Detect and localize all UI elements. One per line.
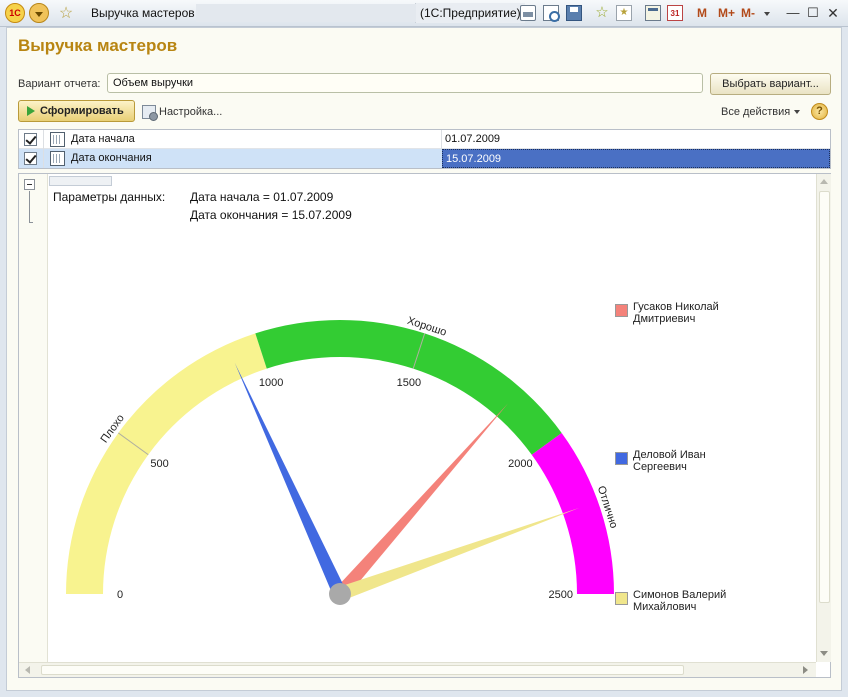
memory-dropdown-icon[interactable] (764, 12, 770, 16)
print-preview-icon[interactable] (543, 5, 560, 22)
gauge-band-2 (531, 432, 614, 594)
print-icon[interactable] (520, 5, 536, 21)
gauge-tick-label: 2000 (508, 458, 532, 470)
scroll-left-icon[interactable] (25, 666, 30, 674)
parameters-table: Дата начала 01.07.2009 Дата окончания 15… (18, 129, 831, 169)
minimize-button[interactable]: — (783, 4, 803, 22)
window-title-blank (196, 4, 416, 22)
legend-swatch (615, 304, 628, 317)
gauge-hub (329, 583, 351, 605)
report-window: Выручка мастеров Вариант отчета: Объем в… (6, 27, 842, 691)
gauge-tick-label: 1000 (259, 377, 283, 389)
help-icon[interactable]: ? (811, 103, 828, 120)
settings-button[interactable]: Настройка... (142, 104, 223, 121)
all-actions-label: Все действия (721, 106, 791, 118)
legend-label: Гусаков Николай Дмитриевич (633, 301, 719, 325)
memory-minus-button[interactable]: M- (741, 4, 755, 22)
variant-label: Вариант отчета: (18, 78, 101, 90)
vertical-scroll-thumb[interactable] (819, 191, 830, 603)
legend-swatch (615, 592, 628, 605)
generate-button-label: Сформировать (40, 105, 124, 117)
gauge-tick-label: 1500 (397, 377, 421, 389)
calendar-icon[interactable]: 31 (667, 5, 683, 21)
gauge-tick-label: 2500 (549, 589, 573, 601)
scroll-right-icon[interactable] (803, 666, 808, 674)
legend-label: Симонов Валерий Михайлович (633, 589, 727, 613)
variant-field[interactable]: Объем выручки (107, 73, 703, 93)
title-bar: 1С ☆ Выручка мастеров - (1С:Предприятие)… (0, 0, 848, 27)
maximize-button[interactable]: ☐ (803, 4, 823, 22)
gauge-tick-label: 0 (117, 589, 123, 601)
generate-button[interactable]: Сформировать (18, 100, 135, 122)
settings-label: Настройка... (159, 106, 223, 118)
calculator-icon[interactable] (645, 5, 661, 21)
settings-icon (142, 105, 158, 121)
parameter-name: Дата окончания (71, 152, 152, 164)
add-to-favorites-icon[interactable]: ☆ (594, 5, 610, 21)
all-actions-menu[interactable]: Все действия (721, 104, 801, 120)
app-name: (1С:Предприятие) (416, 3, 525, 23)
choose-variant-button[interactable]: Выбрать вариант... (710, 73, 831, 95)
column-divider (43, 130, 44, 149)
use-checkbox[interactable] (24, 152, 37, 165)
parameter-value[interactable]: 15.07.2009 (442, 149, 830, 168)
parameter-value[interactable]: 01.07.2009 (442, 130, 830, 149)
date-parameter-icon (50, 151, 65, 166)
legend-swatch (615, 452, 628, 465)
scroll-up-icon[interactable] (820, 179, 828, 184)
report-document: Параметры данных: Дата начала = 01.07.20… (18, 173, 831, 678)
use-checkbox[interactable] (24, 133, 37, 146)
vertical-scrollbar[interactable] (816, 174, 831, 662)
scroll-down-icon[interactable] (820, 651, 828, 656)
memory-plus-button[interactable]: M+ (718, 4, 735, 22)
memory-m-button[interactable]: M (697, 4, 707, 22)
page-title: Выручка мастеров (18, 36, 178, 55)
legend-label: Деловой Иван Сергеевич (633, 449, 706, 473)
app-logo-icon[interactable]: 1С (5, 3, 25, 23)
favorites-icon[interactable]: ★ (616, 5, 632, 21)
save-icon[interactable] (566, 5, 582, 21)
chevron-down-icon (794, 110, 801, 115)
play-icon (27, 106, 35, 116)
parameter-row[interactable]: Дата окончания 15.07.2009 (19, 149, 830, 168)
main-menu-button[interactable] (29, 3, 49, 23)
horizontal-scroll-thumb[interactable] (41, 665, 684, 675)
parameter-name: Дата начала (71, 133, 135, 145)
column-divider (43, 149, 44, 168)
favorites-star-icon[interactable]: ☆ (56, 3, 76, 23)
close-button[interactable]: ✕ (823, 4, 843, 22)
date-parameter-icon (50, 132, 65, 147)
parameter-row[interactable]: Дата начала 01.07.2009 (19, 130, 830, 149)
horizontal-scrollbar[interactable] (19, 662, 816, 677)
gauge-needle (234, 362, 347, 597)
gauge-tick-label: 500 (150, 458, 168, 470)
